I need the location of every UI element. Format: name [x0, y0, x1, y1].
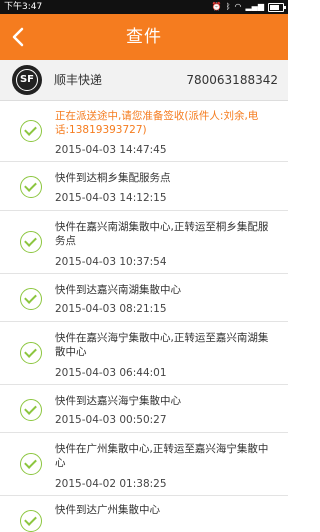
timeline-event: 快件到达嘉兴南湖集散中心 2015-04-03 08:21:15 — [0, 274, 288, 322]
signal-icon: ▂▄▆ — [245, 2, 264, 11]
timeline-event: 快件在嘉兴南湖集散中心,正转运至桐乡集配服务点 2015-04-03 10:37… — [0, 211, 288, 274]
check-circle-icon — [20, 231, 42, 253]
bluetooth-icon: ᛒ — [225, 2, 231, 11]
timeline-event: 快件到达桐乡集配服务点 2015-04-03 14:12:15 — [0, 162, 288, 211]
timeline-event: 快件在嘉兴海宁集散中心,正转运至嘉兴南湖集散中心 2015-04-03 06:4… — [0, 322, 288, 385]
event-time: 2015-04-03 08:21:15 — [55, 303, 167, 315]
check-circle-icon — [20, 288, 42, 310]
check-circle-icon — [20, 342, 42, 364]
event-description: 快件在嘉兴南湖集散中心,正转运至桐乡集配服务点 — [55, 221, 269, 247]
timeline-event: 正在派送途中,请您准备签收(派件人:刘余,电话:13819393727) 201… — [0, 101, 288, 162]
timeline-event: 快件到达嘉兴海宁集散中心 2015-04-03 00:50:27 — [0, 385, 288, 433]
timeline-event: 快件到达广州集散中心 — [0, 496, 288, 532]
check-circle-icon — [20, 453, 42, 475]
check-circle-icon — [20, 399, 42, 421]
check-circle-icon — [20, 176, 42, 198]
event-description: 正在派送途中,请您准备签收(派件人:刘余,电话:13819393727) — [55, 110, 259, 136]
timeline-event: 快件在广州集散中心,正转运至嘉兴海宁集散中心 2015-04-02 01:38:… — [0, 433, 288, 496]
check-circle-icon — [20, 510, 42, 532]
courier-name: 顺丰快递 — [54, 73, 103, 87]
battery-icon — [268, 2, 286, 12]
wifi-icon: ◠ — [234, 2, 242, 11]
event-description: 快件在嘉兴海宁集散中心,正转运至嘉兴南湖集散中心 — [55, 332, 269, 358]
event-time: 2015-04-03 00:50:27 — [55, 414, 167, 426]
page-title: 查件 — [126, 27, 162, 47]
event-description: 快件到达广州集散中心 — [55, 504, 160, 516]
courier-info: SF 顺丰快递 780063188342 — [0, 60, 288, 101]
check-circle-icon — [20, 120, 42, 142]
event-time: 2015-04-03 10:37:54 — [55, 256, 167, 268]
event-description: 快件到达桐乡集配服务点 — [55, 172, 171, 184]
event-time: 2015-04-03 06:44:01 — [55, 367, 167, 379]
event-description: 快件到达嘉兴南湖集散中心 — [55, 284, 181, 296]
alarm-icon: ⏰ — [211, 2, 222, 11]
status-bar: 下午3:47 ⏰ ᛒ ◠ ▂▄▆ — [0, 0, 288, 14]
event-time: 2015-04-03 14:12:15 — [55, 192, 167, 204]
status-time: 下午3:47 — [4, 2, 43, 12]
event-time: 2015-04-02 01:38:25 — [55, 478, 167, 490]
event-description: 快件在广州集散中心,正转运至嘉兴海宁集散中心 — [55, 443, 269, 469]
tracking-number: 780063188342 — [186, 73, 278, 87]
nav-bar: 查件 — [0, 14, 288, 60]
sf-logo-mark: SF — [16, 69, 38, 91]
status-icons: ⏰ ᛒ ◠ ▂▄▆ — [211, 0, 286, 14]
event-description: 快件到达嘉兴海宁集散中心 — [55, 395, 181, 407]
event-time: 2015-04-03 14:47:45 — [55, 144, 167, 156]
sf-express-logo: SF — [12, 65, 42, 95]
